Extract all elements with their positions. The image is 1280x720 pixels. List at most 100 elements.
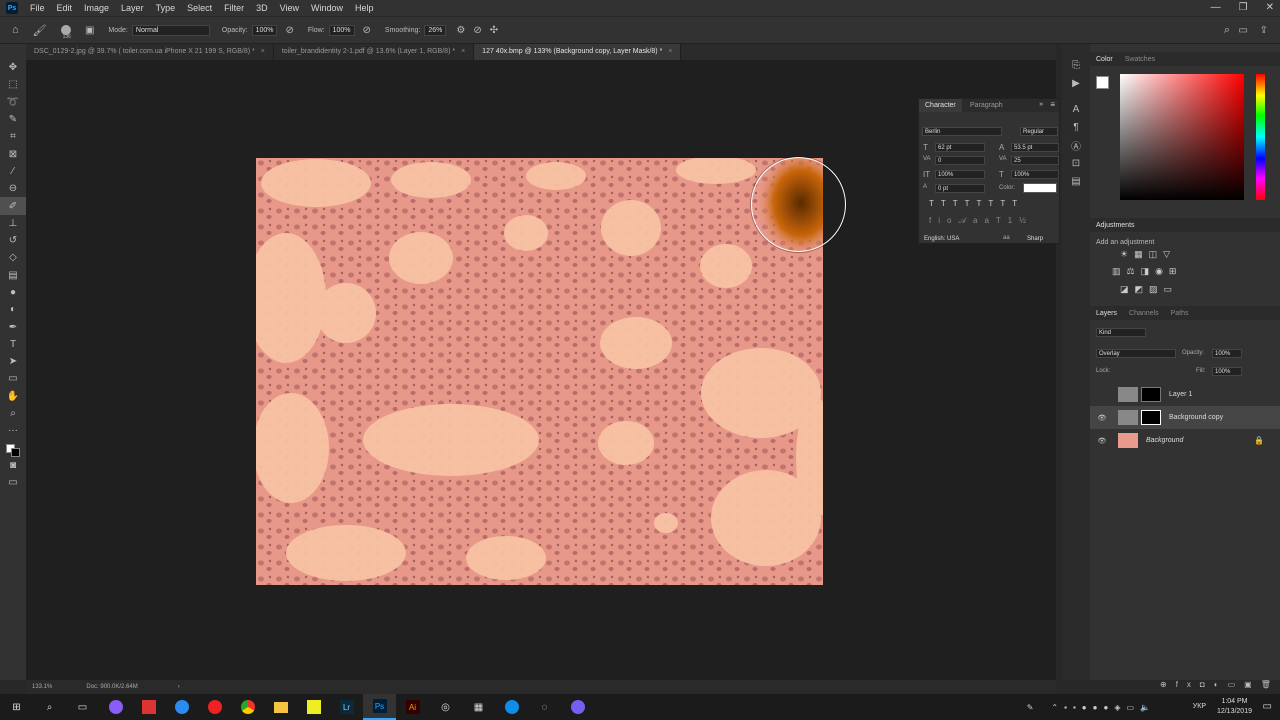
more-tools-icon[interactable]: ··· [0, 422, 26, 439]
menu-select[interactable]: Select [181, 3, 218, 13]
opera-icon[interactable] [198, 694, 231, 720]
screen-mode-icon[interactable]: ▭ [0, 474, 26, 491]
quick-mask-icon[interactable]: ◙ [0, 457, 26, 474]
lasso-tool-icon[interactable]: ➰ [0, 94, 26, 111]
close-icon[interactable]: × [261, 48, 265, 55]
home-icon[interactable]: ⌂ [12, 24, 19, 36]
antialias-select[interactable]: Sharp [1025, 235, 1059, 244]
menu-file[interactable]: File [24, 3, 51, 13]
chrome-icon[interactable] [231, 694, 264, 720]
font-size-input[interactable]: 62 pt [935, 143, 985, 152]
adjustment-icons-row3[interactable]: ◪◩▨▭ [1120, 284, 1178, 295]
healing-tool-icon[interactable]: ⊖ [0, 180, 26, 197]
volume-icon[interactable]: 🔈 [1140, 703, 1150, 712]
tab-swatches[interactable]: Swatches [1119, 56, 1161, 63]
tab-layers[interactable]: Layers [1090, 310, 1123, 317]
layer-name[interactable]: Background [1146, 437, 1183, 444]
search-icon[interactable]: ⌕ [33, 694, 66, 720]
font-style-select[interactable]: Regular [1020, 127, 1058, 136]
minimize-button[interactable]: — [1211, 0, 1221, 16]
photoshop-taskbar-icon[interactable]: Ps [363, 694, 396, 720]
restore-button[interactable]: ❐ [1239, 0, 1248, 16]
share-icon[interactable]: ⇪ [1260, 25, 1268, 36]
tab-toiler-brandidentity[interactable]: toiler_brandidentity 2-1.pdf @ 13.6% (La… [274, 44, 475, 60]
panel-menu-icon[interactable]: ≡ [1050, 100, 1055, 109]
lightroom-icon[interactable]: Lr [330, 694, 363, 720]
play-actions-icon[interactable]: ▶ [1062, 74, 1090, 92]
layer-name[interactable]: Layer 1 [1169, 391, 1192, 398]
tab-paths[interactable]: Paths [1165, 310, 1195, 317]
close-icon[interactable]: × [668, 48, 672, 55]
task-view-icon[interactable]: ▭ [66, 694, 99, 720]
gear-icon[interactable]: ⚙ [456, 25, 465, 36]
tab-paragraph[interactable]: Paragraph [964, 99, 1009, 112]
file-explorer-icon[interactable] [264, 694, 297, 720]
baseline-shift-input[interactable]: 0 pt [935, 184, 985, 193]
document-canvas[interactable] [256, 158, 823, 585]
vertical-scale-input[interactable]: 100% [935, 170, 985, 179]
chevron-up-icon[interactable]: ⌃ [1051, 703, 1058, 712]
app-purple-icon[interactable] [99, 694, 132, 720]
paragraph-panel-icon[interactable]: ¶ [1062, 118, 1090, 136]
network-icon[interactable]: ▭ [1126, 703, 1134, 712]
brush-tool-button-icon[interactable]: ✐ [0, 197, 26, 215]
menu-edit[interactable]: Edit [51, 3, 79, 13]
adjustment-icons-row2[interactable]: ▥⚖◨◉⊞ [1112, 266, 1182, 277]
layer-filter-kind[interactable]: Kind [1096, 328, 1146, 337]
history-icon[interactable]: ⎘ [1062, 56, 1090, 74]
zoom-tool-icon[interactable]: ⌕ [0, 405, 26, 422]
tray-app-icon[interactable]: ▪ [1064, 703, 1067, 712]
color-swatches-icon[interactable] [0, 440, 26, 457]
blur-tool-icon[interactable]: ● [0, 284, 26, 301]
close-button[interactable]: ✕ [1266, 0, 1274, 16]
layer-row-background-copy[interactable]: 👁 Background copy [1090, 406, 1280, 429]
tray-app-icon[interactable]: ▪ [1073, 703, 1076, 712]
chevron-right-icon[interactable]: › [178, 684, 180, 690]
frame-tool-icon[interactable]: ⊠ [0, 145, 26, 162]
type-tool-icon[interactable]: T [0, 336, 26, 353]
layer-row-background[interactable]: 👁 Background 🔒 [1090, 429, 1280, 452]
horizontal-scale-input[interactable]: 100% [1011, 170, 1059, 179]
layer-row-layer-1[interactable]: Layer 1 [1090, 383, 1280, 406]
app-red-icon[interactable] [132, 694, 165, 720]
tab-127-40x[interactable]: 127 40x.bmp @ 133% (Background copy, Lay… [474, 44, 682, 60]
path-select-tool-icon[interactable]: ➤ [0, 353, 26, 370]
layers-footer-buttons[interactable]: ⊕fx◘◐▭▣🗑 [1160, 680, 1280, 689]
properties-icon[interactable]: ⊡ [1062, 154, 1090, 172]
pen-tool-icon[interactable]: ✒ [0, 318, 26, 335]
font-family-select[interactable]: Berlin [922, 127, 1002, 136]
tab-dsc-0129[interactable]: DSC_0129-2.jpg @ 39.7% ( toiler.com.ua i… [26, 44, 274, 60]
text-color-swatch[interactable] [1023, 183, 1057, 193]
brush-tool-icon[interactable]: 🖌 [33, 24, 47, 37]
tray-app-icon[interactable]: ● [1093, 703, 1098, 712]
tab-color[interactable]: Color [1090, 56, 1119, 63]
menu-view[interactable]: View [274, 3, 305, 13]
tray-app-icon[interactable]: ● [1082, 703, 1087, 712]
adjustment-icons-row1[interactable]: ☀▦◫▽ [1120, 249, 1176, 260]
menu-help[interactable]: Help [349, 3, 380, 13]
smoothing-input[interactable]: 26% [424, 24, 447, 36]
hand-tool-icon[interactable]: ✋ [0, 388, 26, 405]
layers-opacity-input[interactable]: 100% [1212, 349, 1242, 358]
app-yellow-icon[interactable] [297, 694, 330, 720]
flow-input[interactable]: 100% [328, 24, 355, 36]
history-brush-icon[interactable]: ↺ [0, 232, 26, 249]
teamviewer-icon[interactable] [495, 694, 528, 720]
layer-mask-thumbnail[interactable] [1141, 387, 1161, 402]
menu-3d[interactable]: 3D [250, 3, 274, 13]
notification-icon[interactable]: ▭ [1263, 701, 1272, 712]
crop-tool-icon[interactable]: ⌗ [0, 128, 26, 145]
menu-layer[interactable]: Layer [115, 3, 150, 13]
tray-app-icon[interactable]: ● [1103, 703, 1108, 712]
tracking-input[interactable]: 25 [1011, 156, 1059, 165]
collapse-icon[interactable]: » [1039, 101, 1043, 108]
eye-icon[interactable]: 👁 [1096, 414, 1108, 422]
color-picker-field[interactable] [1120, 74, 1244, 200]
move-tool-icon[interactable]: ✥ [0, 59, 26, 76]
character-panel-icon[interactable]: A [1062, 100, 1090, 118]
libraries-icon[interactable]: ▤ [1062, 172, 1090, 190]
stamp-tool-icon[interactable]: ⊥ [0, 215, 26, 232]
viber-icon[interactable] [561, 694, 594, 720]
kerning-input[interactable]: 0 [935, 156, 985, 165]
menu-filter[interactable]: Filter [218, 3, 250, 13]
